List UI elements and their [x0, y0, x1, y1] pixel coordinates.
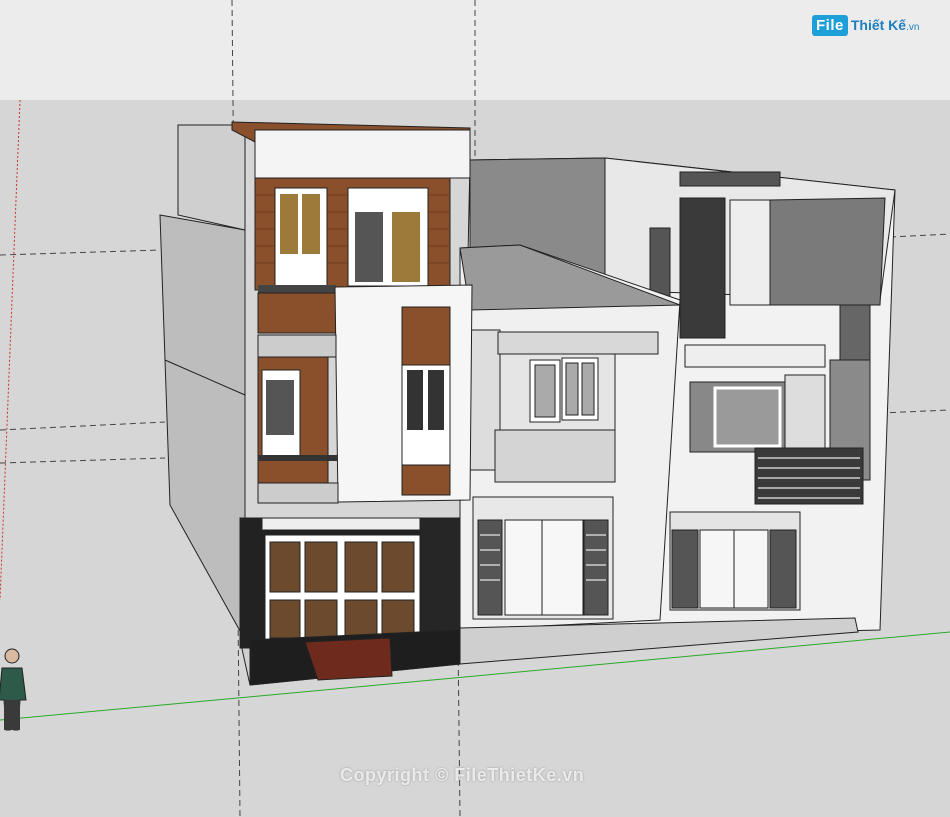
middle-house — [459, 244, 681, 631]
site-logo: File Thiết Kế .vn — [812, 12, 919, 38]
copyright-watermark: Copyright © FileThietKe.vn — [340, 765, 585, 785]
logo-badge: File — [812, 14, 848, 36]
main-house — [159, 121, 473, 686]
logo-name: Thiết Kế — [850, 17, 907, 33]
red-axis — [0, 99, 21, 601]
logo-suffix: .vn — [906, 21, 920, 33]
sketchup-viewport[interactable] — [0, 0, 950, 817]
